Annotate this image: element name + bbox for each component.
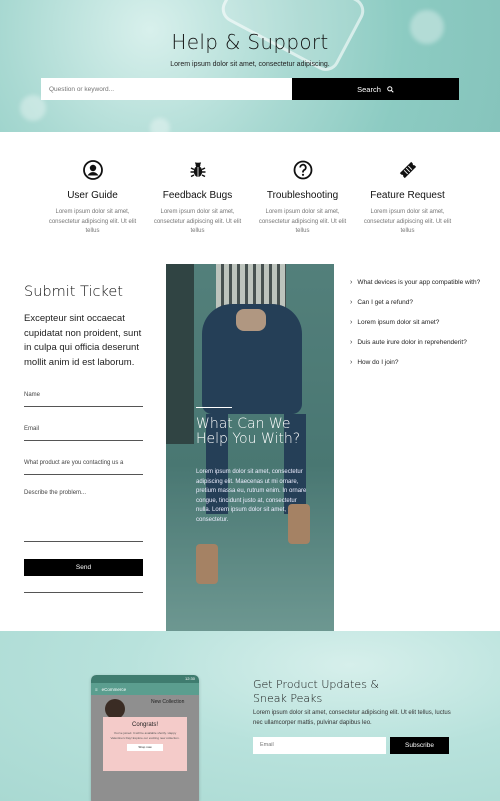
subscribe-button[interactable]: Subscribe: [390, 737, 449, 754]
user-circle-icon: [82, 160, 103, 180]
page-subtitle: Lorem ipsum dolor sit amet, consectetur …: [170, 61, 330, 68]
mock-status-bar: 12:30: [91, 675, 199, 683]
newsletter-section: 12:30 ≡ eCommerce New Collection Congrat…: [0, 631, 500, 801]
promo-title: What Can We Help You With?: [196, 416, 301, 447]
bug-icon: [190, 162, 205, 178]
category-desc: Lorem ipsum dolor sit amet, consectetur …: [153, 209, 242, 234]
category-title: Feedback Bugs: [162, 190, 233, 201]
faq-question: Lorem ipsum dolor sit amet?: [357, 319, 440, 326]
help-promo-image: What Can We Help You With? Lorem ipsum d…: [166, 264, 334, 631]
decor-bokeh: [150, 118, 170, 132]
search-button[interactable]: Search: [292, 78, 459, 100]
category-desc: Lorem ipsum dolor sit amet, consectetur …: [363, 209, 452, 234]
category-title: Feature Request: [370, 190, 445, 201]
category-user-guide[interactable]: User Guide Lorem ipsum dolor sit amet, c…: [40, 158, 145, 238]
chevron-right-icon: ›: [350, 299, 353, 306]
mock-app-bar: ≡ eCommerce: [91, 683, 199, 695]
faq-item[interactable]: › How do I join?: [350, 359, 490, 379]
support-categories: User Guide Lorem ipsum dolor sit amet, c…: [40, 158, 460, 238]
mock-collection-label: New Collection: [151, 699, 185, 705]
newsletter-title: Get Product Updates & Sneak Peaks: [253, 678, 380, 705]
page-title: Help & Support: [171, 30, 329, 54]
mock-body: New Collection Congrats! You've joined. …: [91, 695, 199, 801]
category-feedback-bugs[interactable]: Feedback Bugs Lorem ipsum dolor sit amet…: [145, 158, 250, 238]
faq-question: How do I join?: [357, 359, 399, 366]
category-troubleshooting[interactable]: Troubleshooting Lorem ipsum dolor sit am…: [250, 158, 355, 238]
product-field[interactable]: What product are you contacting us a: [24, 460, 143, 475]
menu-icon: ≡: [95, 686, 98, 692]
mock-popup-text: You've joined. It will be available shor…: [110, 731, 180, 740]
chevron-right-icon: ›: [350, 339, 353, 346]
divider: [24, 592, 143, 593]
question-circle-icon: [293, 160, 312, 180]
category-title: User Guide: [67, 190, 118, 201]
mock-popup-button: Shop now: [127, 744, 163, 751]
search-bar: Search: [41, 78, 459, 100]
search-button-label: Search: [357, 84, 381, 94]
newsletter-text: Lorem ipsum dolor sit amet, consectetur …: [253, 710, 451, 726]
category-desc: Lorem ipsum dolor sit amet, consectetur …: [48, 209, 137, 234]
ticket-intro: Excepteur sint occaecat cupidatat non pr…: [24, 313, 142, 368]
search-input[interactable]: [41, 78, 292, 100]
faq-item[interactable]: › Can I get a refund?: [350, 299, 490, 319]
chevron-right-icon: ›: [350, 279, 353, 286]
send-button[interactable]: Send: [24, 559, 143, 576]
search-icon: [387, 85, 394, 93]
mock-popup-title: Congrats!: [131, 722, 158, 728]
submit-ticket-section: Submit Ticket Excepteur sint occaecat cu…: [24, 284, 144, 370]
decor-model-photo: [105, 699, 125, 719]
category-feature-request[interactable]: Feature Request Lorem ipsum dolor sit am…: [355, 158, 460, 238]
faq-item[interactable]: › What devices is your app compatible wit…: [350, 279, 490, 299]
faq-list: › What devices is your app compatible wit…: [350, 279, 490, 379]
category-desc: Lorem ipsum dolor sit amet, consectetur …: [258, 209, 347, 234]
category-title: Troubleshooting: [266, 190, 339, 201]
promo-text: Lorem ipsum dolor sit amet, consectetur …: [196, 469, 307, 523]
mock-app-name: eCommerce: [101, 686, 127, 692]
promo-rule: [196, 407, 232, 408]
ticket-icon: [399, 161, 416, 179]
problem-textarea[interactable]: Describe the problem...: [24, 490, 143, 542]
faq-question: Duis aute irure dolor in reprehenderit?: [357, 339, 467, 346]
chevron-right-icon: ›: [350, 359, 353, 366]
email-field[interactable]: Email: [24, 426, 143, 441]
hero-banner: Help & Support Lorem ipsum dolor sit ame…: [0, 0, 500, 132]
faq-question: Can I get a refund?: [357, 299, 413, 306]
phone-mockup: 12:30 ≡ eCommerce New Collection Congrat…: [91, 675, 199, 801]
faq-item[interactable]: › Lorem ipsum dolor sit amet?: [350, 319, 490, 339]
mock-popup: Congrats! You've joined. It will be avai…: [103, 717, 187, 771]
faq-question: What devices is your app compatible with…: [357, 279, 481, 286]
name-field[interactable]: Name: [24, 392, 143, 407]
image-overlay: [166, 264, 334, 631]
ticket-title: Submit Ticket: [24, 284, 123, 300]
newsletter-email-input[interactable]: [253, 737, 386, 754]
faq-item[interactable]: › Duis aute irure dolor in reprehenderit?: [350, 339, 490, 359]
chevron-right-icon: ›: [350, 319, 353, 326]
